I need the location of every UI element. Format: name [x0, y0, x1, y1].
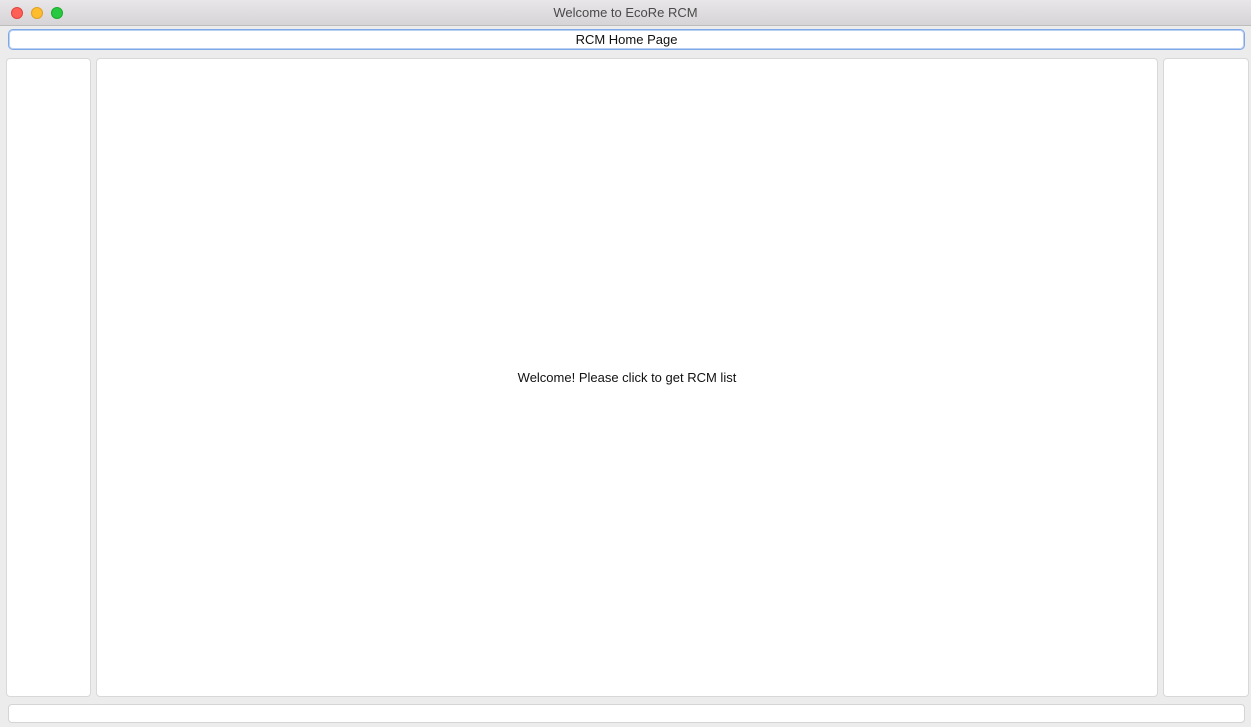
welcome-message[interactable]: Welcome! Please click to get RCM list — [97, 370, 1157, 385]
rcm-home-page-button[interactable]: RCM Home Page — [8, 29, 1245, 50]
left-panel — [6, 58, 91, 697]
title-bar[interactable]: Welcome to EcoRe RCM — [0, 0, 1251, 26]
main-panel[interactable]: Welcome! Please click to get RCM list — [96, 58, 1158, 697]
app-window: Welcome to EcoRe RCM RCM Home Page Welco… — [0, 0, 1251, 727]
status-bar — [8, 704, 1245, 723]
right-panel — [1163, 58, 1249, 697]
window-title: Welcome to EcoRe RCM — [553, 5, 698, 20]
